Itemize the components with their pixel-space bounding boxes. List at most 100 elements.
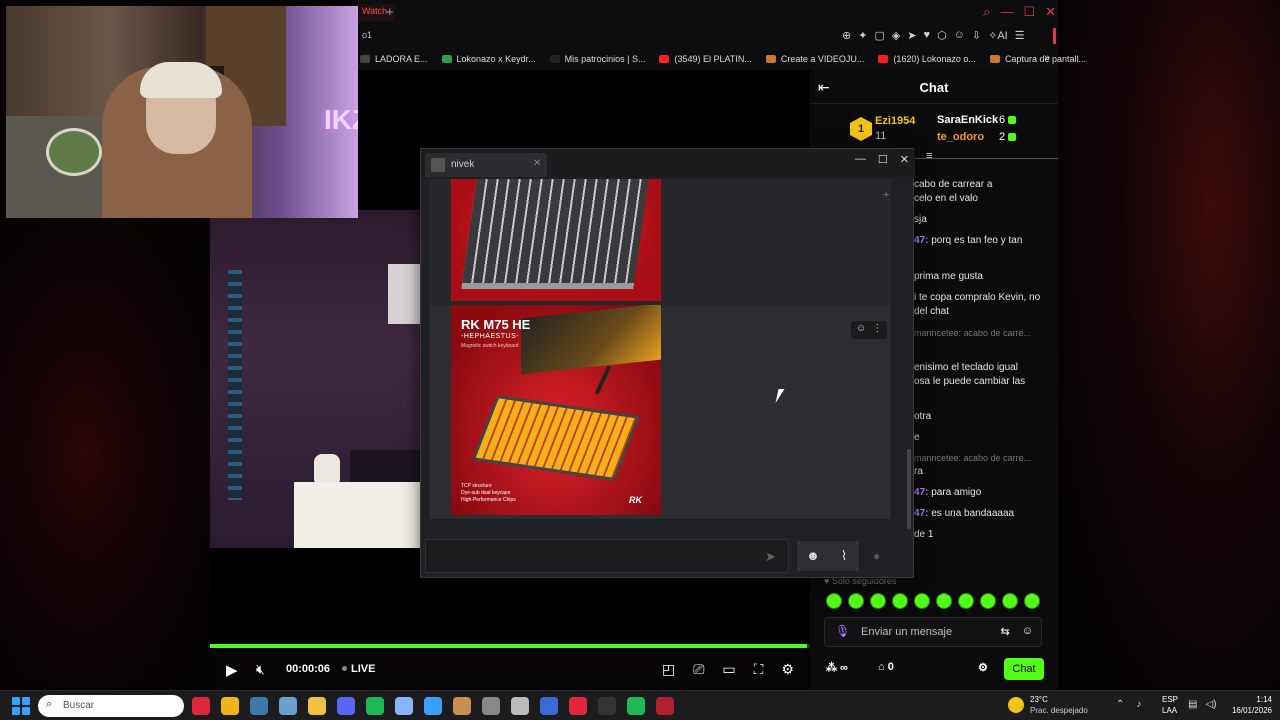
emote-icon[interactable] [914, 593, 930, 609]
bookmark-item[interactable]: Captura de pantall... [989, 54, 1086, 64]
store-button[interactable]: ⌂ 0 [878, 661, 894, 673]
keyboard-layout[interactable]: LAA [1162, 706, 1177, 715]
taskbar-app-icon[interactable] [250, 697, 268, 715]
clock-time[interactable]: 1:14 [1236, 695, 1272, 704]
mic-icon[interactable]: 🎙︎ [835, 624, 850, 638]
more-bookmarks-button[interactable]: » [1044, 52, 1050, 64]
taskbar-app-icon[interactable] [482, 697, 500, 715]
close-tab-icon[interactable]: ✕ [533, 158, 541, 169]
translate-icon[interactable]: ⇆ [1001, 625, 1010, 638]
chat-send-button[interactable]: Chat [1004, 658, 1044, 680]
clock-date[interactable]: 16/01/2026 [1222, 706, 1272, 715]
chat-message[interactable]: 47: para amigo [914, 486, 1054, 500]
taskbar-app-icon[interactable] [569, 697, 587, 715]
taskbar-app-icon[interactable] [395, 697, 413, 715]
chat-message[interactable]: i te copa compralo Kevin, no [914, 291, 1054, 305]
emote-icon[interactable] [848, 593, 864, 609]
pin-icon[interactable]: ✦ [858, 29, 867, 42]
bookmark-item[interactable]: (1620) Lokonazo o... [878, 54, 976, 64]
taskbar-app-icon[interactable] [598, 697, 616, 715]
address-bar[interactable]: o1 [362, 30, 372, 40]
taskbar-app-icon[interactable] [366, 697, 384, 715]
bookmark-item[interactable]: Lokonazo x Keydr... [441, 54, 536, 64]
chat-message[interactable]: ra [914, 465, 1054, 479]
attach-icon[interactable]: ⌇ [829, 541, 859, 571]
pip-icon[interactable]: ◰ [662, 661, 675, 678]
more-options-icon[interactable]: ⋮ [872, 323, 882, 337]
emote-icon[interactable] [958, 593, 974, 609]
chat-message[interactable]: 47: porq es tan feo y tan [914, 234, 1054, 248]
react-icon[interactable]: ☺ [856, 323, 866, 337]
emote-icon[interactable] [1002, 593, 1018, 609]
top-gifter-name[interactable]: Ezi1954 [875, 115, 915, 127]
taskbar-app-icon[interactable] [627, 697, 645, 715]
bookmark-item[interactable]: LADORA E... [360, 54, 428, 64]
chat-message[interactable]: prima me gusta [914, 270, 1054, 284]
clip-icon[interactable]: ⎚ [693, 661, 704, 678]
chat-message[interactable]: enisimo el teclado igual [914, 361, 1054, 375]
chat-message[interactable]: 47: es una bandaaaaa [914, 507, 1054, 521]
bookmark-item[interactable]: (3549) El PLATIN... [659, 54, 752, 64]
taskbar-search[interactable]: ⌕ Buscar [38, 695, 184, 717]
bookmark-item[interactable]: Create a VIDEOJU... [765, 54, 864, 64]
chat-message[interactable]: del chat [914, 305, 1054, 319]
taskbar-app-icon[interactable] [279, 697, 297, 715]
play-icon[interactable]: ▶ [226, 661, 238, 679]
zoom-icon[interactable]: ⊕ [842, 29, 851, 42]
taskbar-app-icon[interactable] [656, 697, 674, 715]
language-indicator[interactable]: ESP [1162, 695, 1178, 704]
close-icon[interactable]: ✕ [1045, 4, 1056, 20]
chat-username[interactable]: 47: [914, 508, 928, 519]
taskbar-app-icon[interactable] [453, 697, 471, 715]
theater-icon[interactable]: ▭ [722, 661, 735, 678]
cube-icon[interactable]: ⬡ [937, 29, 947, 42]
points-icon[interactable]: ⁂ ∞ [826, 661, 848, 674]
dm-message-input[interactable] [425, 539, 789, 573]
filter-icon[interactable]: ≡ [926, 150, 932, 162]
microphone-icon[interactable]: ♪ [1136, 699, 1141, 710]
third-gifter-name[interactable]: te_odoro [937, 131, 984, 143]
chat-message[interactable]: manncetee: acabo de carre... [914, 326, 1054, 340]
send-icon[interactable]: ➤ [907, 29, 916, 42]
weather-condition[interactable]: Prac. despejado [1030, 706, 1088, 715]
taskbar-app-icon[interactable] [308, 697, 326, 715]
close-icon[interactable]: ✕ [900, 153, 909, 166]
profile-icon[interactable]: ☺ [954, 29, 965, 42]
chat-username[interactable]: 47: [914, 235, 928, 246]
minimize-icon[interactable]: — [1000, 4, 1013, 20]
emoji-icon[interactable]: ☻ [797, 541, 829, 571]
windows-start-icon[interactable] [12, 697, 30, 715]
taskbar-app-icon[interactable] [540, 697, 558, 715]
minimize-icon[interactable]: — [855, 153, 866, 166]
chat-message[interactable]: cabo de carrear a [914, 178, 1054, 192]
emote-icon[interactable] [1024, 593, 1040, 609]
chat-input[interactable]: 🎙︎ Enviar un mensaje ⇆ ☺ [824, 617, 1042, 647]
taskbar-app-icon[interactable] [337, 697, 355, 715]
chat-message[interactable]: celo en el valo [914, 192, 1054, 206]
taskbar-app-icon[interactable] [511, 697, 529, 715]
screenshot-icon[interactable]: ▢ [874, 29, 884, 42]
temperature[interactable]: 23°C [1030, 695, 1048, 704]
chat-message[interactable]: otra [914, 410, 1054, 424]
chat-username[interactable]: 47: [914, 487, 928, 498]
new-tab-button[interactable]: + [386, 4, 394, 19]
weather-icon[interactable] [1008, 697, 1024, 713]
download-icon[interactable]: ⇩ [972, 29, 981, 42]
volume-icon[interactable]: ◁) [1205, 699, 1216, 710]
chat-message[interactable]: osa le puede cambiar las [914, 375, 1054, 389]
taskbar-app-icon[interactable] [221, 697, 239, 715]
emote-icon[interactable] [936, 593, 952, 609]
emoji-icon[interactable]: ☺ [1022, 625, 1033, 638]
mic-icon[interactable]: ● [873, 549, 880, 563]
network-icon[interactable]: ▤ [1188, 699, 1197, 710]
chat-message[interactable]: e [914, 431, 1054, 445]
chat-message[interactable]: sja [914, 213, 1054, 227]
shield-icon[interactable]: ◈ [892, 29, 900, 42]
search-icon[interactable]: ⌕ [983, 4, 990, 20]
chat-settings-icon[interactable]: ⚙ [978, 661, 988, 674]
send-icon[interactable]: ➤ [765, 549, 776, 565]
progress-bar[interactable] [210, 644, 810, 648]
heart-icon[interactable]: ♥ [924, 29, 931, 42]
bookmark-item[interactable]: Mis patrocinios | S... [549, 54, 645, 64]
chat-message[interactable]: de 1 [914, 528, 1054, 542]
